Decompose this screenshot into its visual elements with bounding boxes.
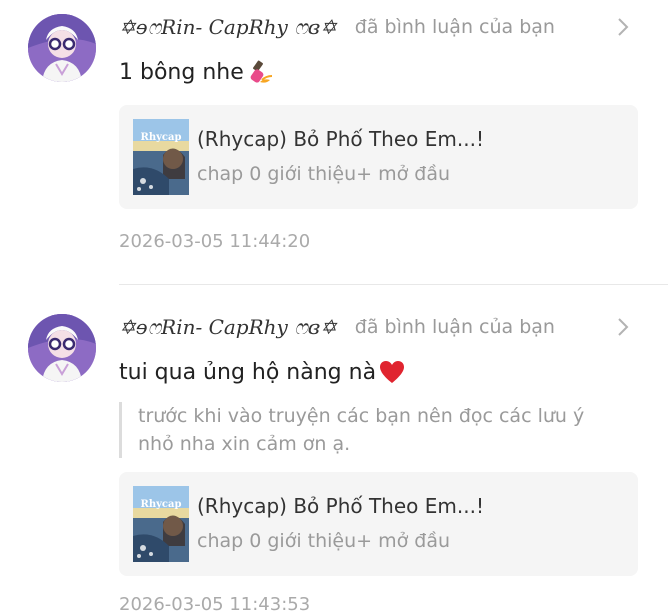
story-title: (Rhycap) Bỏ Phố Theo Em...! — [197, 494, 484, 518]
comment-action-label: đã bình luận của bạn — [354, 316, 555, 338]
username[interactable]: ✡ɘෆRin- CapRhy ෆɞ✡ — [119, 315, 337, 339]
username[interactable]: ✡ɘෆRin- CapRhy ෆɞ✡ — [119, 15, 337, 39]
story-card[interactable]: Rhycap (Rhycap) Bỏ Phố Theo Em...! chap … — [119, 472, 638, 576]
comment-text: 1 bông nhe — [119, 58, 274, 86]
avatar[interactable] — [28, 14, 96, 82]
story-cover-text: Rhycap — [141, 499, 182, 510]
comment-text-content: 1 bông nhe — [119, 59, 244, 85]
comment-action-label: đã bình luận của bạn — [354, 16, 555, 38]
chevron-right-icon[interactable] — [610, 314, 636, 340]
comment-timestamp: 2026-03-05 11:44:20 — [119, 231, 311, 252]
chevron-right-icon[interactable] — [610, 14, 636, 40]
story-cover-text: Rhycap — [141, 132, 182, 143]
story-title: (Rhycap) Bỏ Phố Theo Em...! — [197, 127, 484, 151]
story-cover: Rhycap — [133, 119, 189, 195]
divider — [119, 284, 668, 285]
avatar[interactable] — [28, 314, 96, 382]
quoted-text: trước khi vào truyện các bạn nên đọc các… — [119, 402, 618, 458]
story-card[interactable]: Rhycap (Rhycap) Bỏ Phố Theo Em...! chap … — [119, 105, 638, 209]
story-chapter: chap 0 giới thiệu+ mở đầu — [197, 163, 451, 185]
comment-text: tui qua ủng hộ nàng nà — [119, 358, 406, 386]
comment-header: ✡ɘෆRin- CapRhy ෆɞ✡ đã bình luận của bạn — [119, 310, 636, 344]
story-chapter: chap 0 giới thiệu+ mở đầu — [197, 530, 451, 552]
comment-header: ✡ɘෆRin- CapRhy ෆɞ✡ đã bình luận của bạn — [119, 10, 636, 44]
comment-text-content: tui qua ủng hộ nàng nà — [119, 359, 377, 385]
comment-timestamp: 2026-03-05 11:43:53 — [119, 594, 311, 615]
story-cover: Rhycap — [133, 486, 189, 562]
red-heart-icon — [380, 361, 405, 383]
nail-polish-icon — [250, 60, 272, 83]
